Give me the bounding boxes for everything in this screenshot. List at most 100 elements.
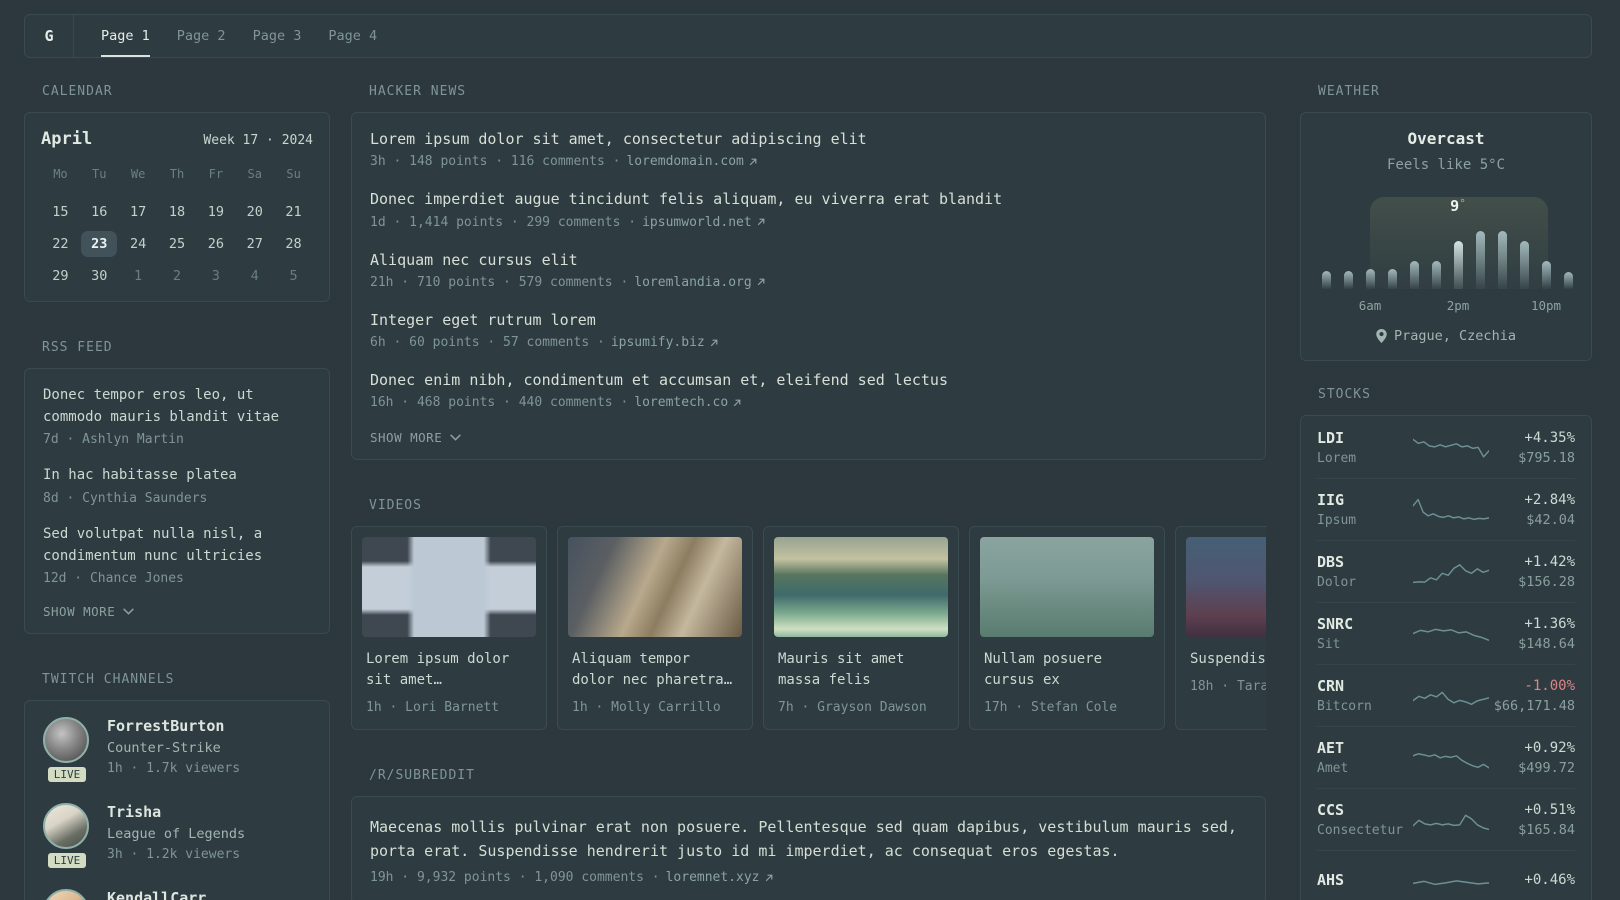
stock-row[interactable]: AHS +0.46% <box>1317 851 1575 900</box>
video-title[interactable]: Lorem ipsum dolor sit amet consectetu… <box>366 649 532 691</box>
video-card[interactable]: Nullam posuere cursus ex 17h · Stefan Co… <box>969 526 1165 731</box>
stock-row[interactable]: IIG Ipsum +2.84% $42.04 <box>1317 479 1575 541</box>
video-title[interactable]: Suspendisse diam <box>1190 649 1266 670</box>
nav-tabs: Page 1 Page 2 Page 3 Page 4 <box>101 15 377 57</box>
stock-row[interactable]: AET Amet +0.92% $499.72 <box>1317 727 1575 789</box>
weather-bar <box>1563 272 1573 289</box>
video-thumbnail[interactable] <box>1186 537 1266 638</box>
stock-change: +0.51% <box>1524 801 1575 818</box>
hn-domain-link[interactable]: ipsumworld.net <box>642 215 765 230</box>
hn-item-meta: 6h · 60 points · 57 comments · ipsumify.… <box>370 335 1247 350</box>
stock-change: +1.36% <box>1524 615 1575 632</box>
rss-item-title[interactable]: Sed volutpat nulla nisl, a condimentum n… <box>43 524 311 567</box>
video-meta: 7h · Grayson Dawson <box>778 700 927 716</box>
calendar-day: 1 <box>134 268 143 284</box>
external-link-icon <box>749 158 757 166</box>
hn-domain-text: ipsumworld.net <box>642 214 752 230</box>
stock-sparkline <box>1413 880 1489 886</box>
stock-sparkline <box>1413 563 1489 583</box>
location-text: Prague, Czechia <box>1394 328 1516 344</box>
weather-bar <box>1343 271 1353 289</box>
stock-sparkline <box>1413 628 1489 641</box>
stocks-card: LDI Lorem +4.35% $795.18 IIG Ipsum +2.84… <box>1300 415 1592 900</box>
calendar-day: 21 <box>285 204 302 220</box>
calendar-day: 4 <box>250 268 259 284</box>
stock-row[interactable]: LDI Lorem +4.35% $795.18 <box>1317 417 1575 479</box>
tab-page-1[interactable]: Page 1 <box>101 15 150 57</box>
video-thumbnail[interactable] <box>980 537 1154 638</box>
twitch-avatar-wrap: LIVE <box>43 717 91 783</box>
hn-domain-link[interactable]: loremtech.co <box>634 395 741 410</box>
hn-item-title[interactable]: Donec imperdiet augue tincidunt felis al… <box>370 189 1247 209</box>
stock-ticker[interactable]: CCS <box>1317 801 1413 819</box>
video-card[interactable]: Lorem ipsum dolor sit amet consectetu… 1… <box>351 526 547 731</box>
rss-item: Donec tempor eros leo, ut commodo mauris… <box>43 385 311 447</box>
video-title[interactable]: Aliquam tempor dolor nec pharetra… <box>572 649 738 691</box>
twitch-channel-row[interactable]: LIVE KendallCarr <box>43 889 311 900</box>
stock-row[interactable]: CRN Bitcorn -1.00% $66,171.48 <box>1317 665 1575 727</box>
calendar-week-year: Week 17 · 2024 <box>203 133 313 148</box>
twitch-channel-row[interactable]: LIVE Trisha League of Legends 3h · 1.2k … <box>43 803 311 869</box>
video-title[interactable]: Nullam posuere cursus ex <box>984 649 1150 691</box>
tab-page-4[interactable]: Page 4 <box>328 15 377 57</box>
video-card[interactable]: Aliquam tempor dolor nec pharetra… 1h · … <box>557 526 753 731</box>
twitch-channel-name[interactable]: KendallCarr <box>107 889 206 900</box>
video-thumbnail[interactable] <box>774 537 948 638</box>
reddit-post-title[interactable]: Maecenas mollis pulvinar erat non posuer… <box>370 815 1247 863</box>
stock-ticker[interactable]: LDI <box>1317 429 1413 447</box>
stock-sparkline <box>1413 498 1489 520</box>
stock-price: $42.04 <box>1526 511 1575 528</box>
stock-ticker[interactable]: SNRC <box>1317 615 1413 633</box>
twitch-avatar-wrap: LIVE <box>43 803 91 869</box>
hn-meta-text: 16h · 468 points · 440 comments · <box>370 395 629 411</box>
video-card[interactable]: Suspendisse diam 18h · Tara <box>1175 526 1266 731</box>
video-thumbnail[interactable] <box>362 537 536 638</box>
hacker-news-section: HACKER NEWS Lorem ipsum dolor sit amet, … <box>351 84 1266 461</box>
video-card[interactable]: Mauris sit amet massa felis 7h · Grayson… <box>763 526 959 731</box>
stock-ticker[interactable]: CRN <box>1317 677 1413 695</box>
stock-ticker[interactable]: AET <box>1317 739 1413 757</box>
hn-item-title[interactable]: Integer eget rutrum lorem <box>370 310 1247 330</box>
stock-ticker[interactable]: IIG <box>1317 491 1413 509</box>
rss-item: In hac habitasse platea 8d · Cynthia Sau… <box>43 465 311 506</box>
rss-item-title[interactable]: In hac habitasse platea <box>43 465 311 487</box>
hn-item-title[interactable]: Donec enim nibh, condimentum et accumsan… <box>370 370 1247 390</box>
stock-row[interactable]: DBS Dolor +1.42% $156.28 <box>1317 541 1575 603</box>
weather-location: Prague, Czechia <box>1315 328 1577 344</box>
stock-change: +4.35% <box>1524 429 1575 446</box>
stock-ticker[interactable]: DBS <box>1317 553 1413 571</box>
app-logo[interactable]: G <box>25 15 74 57</box>
video-title[interactable]: Mauris sit amet massa felis <box>778 649 944 691</box>
weather-bar <box>1453 241 1463 289</box>
weekday-label: Mo <box>53 167 68 181</box>
stock-row[interactable]: SNRC Sit +1.36% $148.64 <box>1317 603 1575 665</box>
stock-ticker[interactable]: AHS <box>1317 871 1413 889</box>
twitch-channel-name[interactable]: Trisha <box>107 803 245 821</box>
time-label: 2pm <box>1446 298 1470 313</box>
twitch-channel-name[interactable]: ForrestBurton <box>107 717 240 735</box>
tab-page-3[interactable]: Page 3 <box>253 15 302 57</box>
stock-price: $156.28 <box>1518 573 1575 590</box>
weekday-label: Fr <box>208 167 224 181</box>
tab-page-2[interactable]: Page 2 <box>177 15 226 57</box>
stock-change: +2.84% <box>1524 491 1575 508</box>
stock-name: Bitcorn <box>1317 699 1372 714</box>
stock-row[interactable]: CCS Consectetur +0.51% $165.84 <box>1317 789 1575 851</box>
rss-item-title[interactable]: Donec tempor eros leo, ut commodo mauris… <box>43 385 311 428</box>
hn-item-title[interactable]: Aliquam nec cursus elit <box>370 250 1247 270</box>
hn-domain-link[interactable]: loremlandia.org <box>634 275 765 290</box>
hn-domain-link[interactable]: loremdomain.com <box>626 154 757 169</box>
hn-item-title[interactable]: Lorem ipsum dolor sit amet, consectetur … <box>370 129 1247 149</box>
video-thumbnail[interactable] <box>568 537 742 638</box>
stocks-header: STOCKS <box>1318 387 1371 402</box>
reddit-domain-link[interactable]: loremnet.xyz <box>666 870 773 885</box>
hn-show-more-button[interactable]: SHOW MORE <box>370 430 1247 445</box>
calendar-card: April Week 17 · 2024 Mo Tu We Th Fr Sa S… <box>24 112 330 302</box>
twitch-channel-row[interactable]: LIVE ForrestBurton Counter-Strike 1h · 1… <box>43 717 311 783</box>
calendar-day: 5 <box>289 268 298 284</box>
rss-show-more-button[interactable]: SHOW MORE <box>43 604 311 619</box>
stock-change: +0.46% <box>1524 872 1575 888</box>
calendar-grid: Mo Tu We Th Fr Sa Su <box>41 165 313 183</box>
stock-sparkline <box>1413 438 1489 458</box>
hn-domain-link[interactable]: ipsumify.biz <box>611 335 718 350</box>
